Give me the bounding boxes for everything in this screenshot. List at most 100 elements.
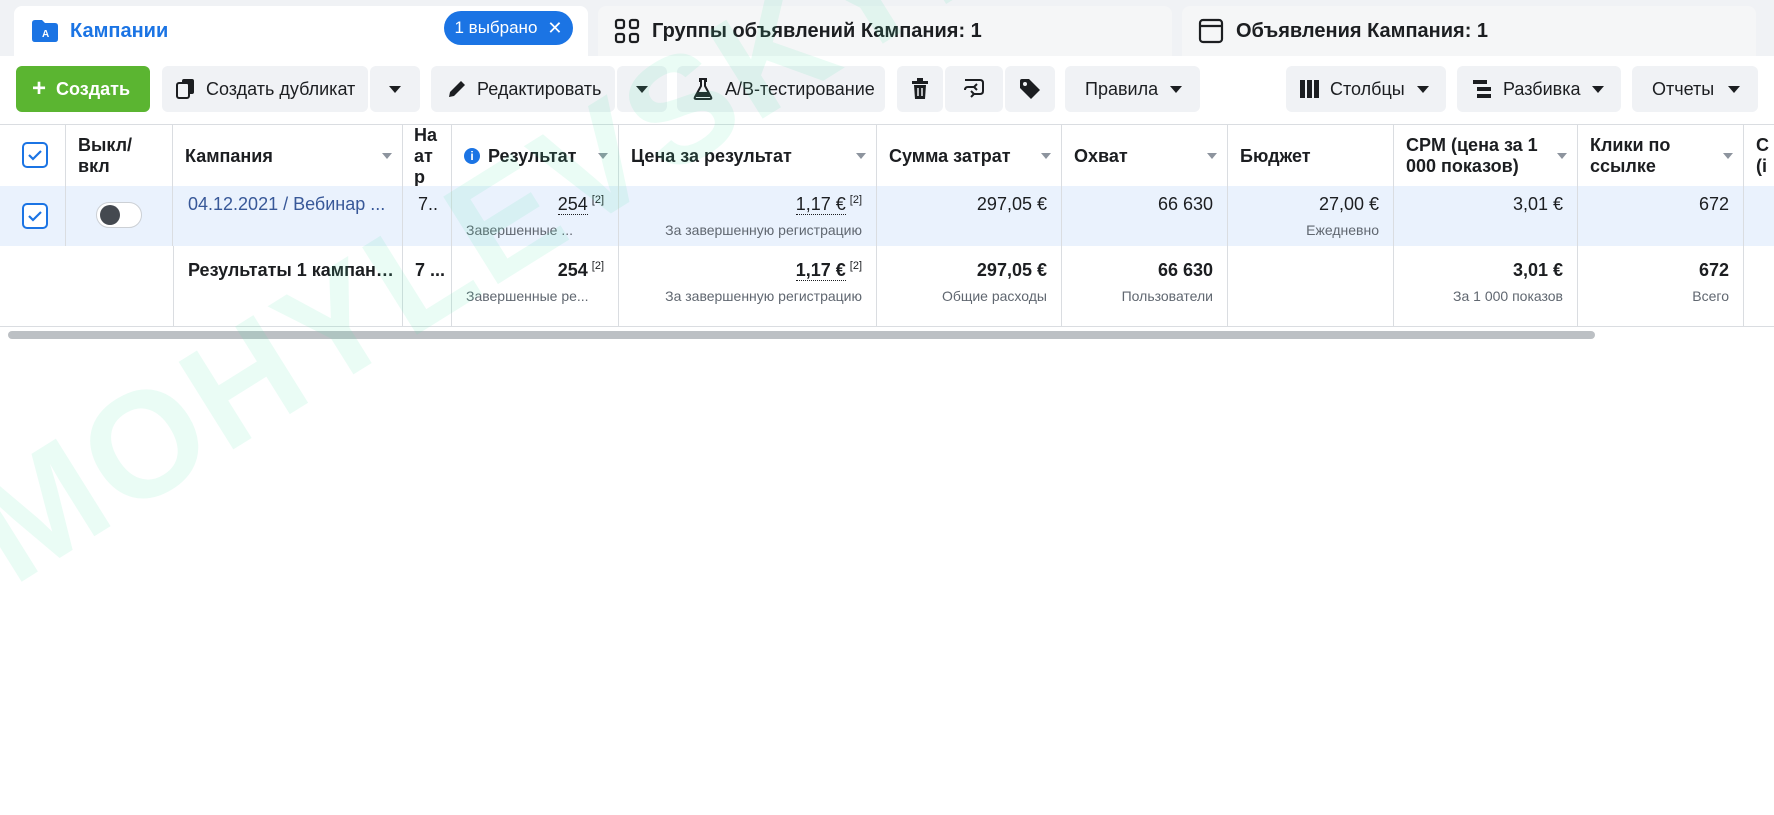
totals-row: Результаты 1 кампании 7 ... 254 [2] Завер…: [0, 246, 1774, 327]
adsets-grid-icon: [612, 16, 642, 46]
header-amount-spent[interactable]: Сумма затрат: [877, 125, 1062, 187]
chevron-down-icon: [1170, 85, 1183, 93]
attribution-value: 7..: [418, 194, 439, 214]
ab-test-button[interactable]: A/B-тестирование: [677, 66, 885, 112]
header-cpm-label: CPM (цена за 1 000 показов): [1406, 135, 1538, 176]
amount-value: 297,05 €: [976, 194, 1047, 214]
totals-cost-subtext: За завершенную регистрацию: [665, 288, 862, 304]
reports-button[interactable]: Отчеты: [1632, 66, 1758, 112]
campaign-name-link[interactable]: 04.12.2021 / Вебинар ...: [188, 194, 385, 215]
pencil-icon: [447, 79, 467, 99]
header-campaign[interactable]: Кампания: [173, 125, 403, 187]
breakdown-button[interactable]: Разбивка: [1457, 66, 1621, 112]
chevron-down-icon: [1592, 85, 1605, 93]
totals-cost[interactable]: 1,17 €: [795, 260, 846, 281]
totals-cpm: 3,01 €: [1512, 260, 1563, 280]
campaign-folder-icon: A: [30, 16, 60, 46]
budget-value[interactable]: 27,00 €: [1319, 194, 1379, 215]
row-cost-cell: 1,17 € [2] За завершенную регистрацию: [619, 186, 877, 246]
select-all-checkbox[interactable]: [22, 142, 48, 168]
row-link-clicks-cell: 672: [1578, 186, 1744, 246]
tab-adsets[interactable]: Группы объявлений Кампания: 1: [598, 6, 1172, 56]
campaign-toggle[interactable]: [96, 202, 142, 228]
header-result-label: Результат: [488, 145, 577, 166]
header-cpm[interactable]: CPM (цена за 1 000 показов): [1394, 125, 1578, 187]
header-result[interactable]: i Результат: [452, 125, 619, 187]
duplicate-icon: [176, 78, 196, 100]
duplicate-dropdown[interactable]: [370, 66, 420, 112]
delete-button[interactable]: [897, 66, 943, 112]
result-value[interactable]: 254: [557, 194, 588, 215]
header-attribution[interactable]: На атр: [403, 125, 452, 187]
rules-button[interactable]: Правила: [1065, 66, 1200, 112]
selected-count-label: 1 выбрано: [454, 18, 538, 37]
totals-amount-cell: 297,05 € Общие расходы: [877, 246, 1062, 326]
columns-icon: [1300, 80, 1320, 98]
totals-reach-cell: 66 630 Пользователи: [1062, 246, 1228, 326]
totals-cpm-cell: 3,01 € За 1 000 показов: [1394, 246, 1578, 326]
tab-ads[interactable]: Объявления Кампания: 1: [1182, 6, 1756, 56]
tab-adsets-label: Группы объявлений Кампания: 1: [652, 19, 982, 42]
totals-reach-subtext: Пользователи: [1121, 288, 1213, 304]
tab-campaigns-label: Кампании: [70, 19, 169, 42]
edit-button[interactable]: Редактировать: [431, 66, 615, 112]
totals-amount-subtext: Общие расходы: [941, 288, 1047, 304]
rules-label: Правила: [1085, 78, 1159, 99]
horizontal-scrollbar[interactable]: [8, 330, 1768, 340]
row-toggle-cell: [66, 186, 173, 246]
tag-icon: [1019, 78, 1041, 100]
totals-next-cell: [1744, 246, 1774, 326]
ab-test-label: A/B-тестирование: [725, 78, 875, 99]
duplicate-label: Создать дубликат: [206, 78, 356, 99]
sort-icon: [856, 153, 866, 159]
duplicate-button[interactable]: Создать дубликат: [162, 66, 368, 112]
header-toggle[interactable]: Выкл/ вкл: [66, 125, 173, 187]
totals-attribution: 7 ...: [415, 260, 446, 280]
chevron-down-icon: [636, 85, 648, 93]
header-next-column[interactable]: С (і: [1744, 125, 1774, 187]
header-campaign-label: Кампания: [185, 145, 273, 166]
header-reach[interactable]: Охват: [1062, 125, 1228, 187]
table-row[interactable]: 04.12.2021 / Вебинар ... 7.. 254 [2] Заве…: [0, 186, 1774, 247]
totals-attribution-cell: 7 ...: [403, 246, 452, 326]
tags-button[interactable]: [1005, 66, 1055, 112]
header-budget-label: Бюджет: [1240, 145, 1311, 166]
cost-value[interactable]: 1,17 €: [795, 194, 846, 215]
totals-link-clicks: 672: [1698, 260, 1729, 280]
totals-link-clicks-cell: 672 Всего: [1578, 246, 1744, 326]
chevron-down-icon: [389, 85, 401, 93]
header-next-label: С (і: [1756, 135, 1769, 176]
header-budget[interactable]: Бюджет: [1228, 125, 1394, 187]
result-subtext: Завершенные ...: [466, 222, 573, 238]
totals-campaign-cell: Результаты 1 кампании: [173, 246, 403, 326]
edit-dropdown[interactable]: [617, 66, 667, 112]
header-attribution-label: На атр: [414, 125, 438, 187]
chevron-down-icon: [1416, 85, 1429, 93]
create-button[interactable]: + Создать: [16, 66, 150, 112]
row-budget-cell: 27,00 € Ежедневно: [1228, 186, 1394, 246]
row-checkbox[interactable]: [22, 203, 48, 229]
selected-count-chip[interactable]: 1 выбрано ✕: [444, 11, 573, 45]
header-cost-per-result[interactable]: Цена за результат: [619, 125, 877, 187]
info-icon[interactable]: i: [464, 148, 480, 164]
row-result-cell: 254 [2] Завершенные ...: [452, 186, 619, 246]
plus-icon: +: [32, 75, 47, 102]
columns-button[interactable]: Столбцы: [1286, 66, 1446, 112]
scrollbar-thumb[interactable]: [8, 331, 1595, 339]
totals-budget-cell: [1228, 246, 1394, 326]
header-amount-label: Сумма затрат: [889, 145, 1011, 166]
sort-icon: [382, 153, 392, 159]
swap-icon: [962, 78, 986, 100]
header-select-all-cell: [0, 125, 66, 187]
header-link-clicks[interactable]: Клики по ссылке: [1578, 125, 1744, 187]
table-header-row: Выкл/ вкл Кампания На атр i Результат Це…: [0, 124, 1774, 188]
clear-selection-icon[interactable]: ✕: [547, 19, 562, 37]
totals-result-footnote: [2]: [591, 260, 604, 272]
ab-compare-button[interactable]: [945, 66, 1003, 112]
header-reach-label: Охват: [1074, 145, 1128, 166]
sort-icon: [598, 153, 608, 159]
cost-footnote: [2]: [849, 194, 862, 206]
totals-cpm-subtext: За 1 000 показов: [1453, 288, 1563, 304]
row-reach-cell: 66 630: [1062, 186, 1228, 246]
totals-result-subtext: Завершенные ре...: [466, 288, 589, 304]
